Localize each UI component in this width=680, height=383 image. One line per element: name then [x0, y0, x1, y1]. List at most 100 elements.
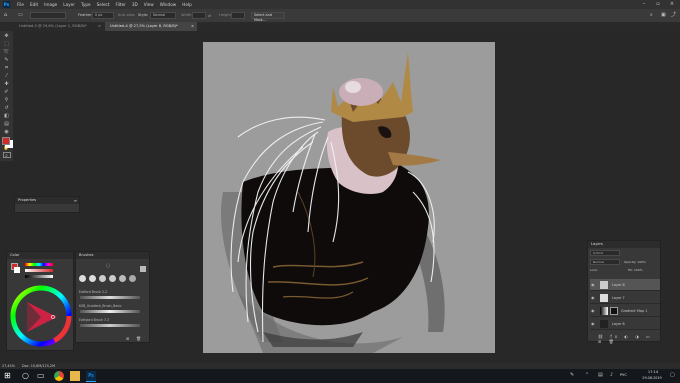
delete-brush-icon[interactable]: 🗑	[136, 336, 141, 341]
clock-time[interactable]: 17:14	[641, 370, 665, 374]
language-indicator[interactable]: РУС	[620, 373, 627, 377]
task-view-icon[interactable]: ▭	[37, 371, 47, 381]
visibility-eye-icon[interactable]: ◉	[591, 295, 595, 300]
brightness-slider[interactable]	[25, 275, 53, 278]
layer-kind-filter[interactable]: Q Kind	[590, 250, 620, 256]
network-icon[interactable]: ▤	[598, 372, 603, 378]
tab-untitled-3[interactable]: Untitled-3 @ 29,6% (Layer 1, RGB/8)* ×	[14, 22, 104, 31]
style-select[interactable]: Normal	[150, 12, 176, 19]
brush-tool-icon[interactable]: ✐	[3, 89, 10, 96]
lock-label: Lock:	[590, 268, 598, 272]
search-icon[interactable]: ○	[22, 371, 32, 381]
brush-item[interactable]: Eattybrd Brush 7-3	[79, 318, 145, 322]
tray-up-icon[interactable]: ⌃	[585, 372, 589, 378]
clock-date[interactable]: 29.08.2019	[637, 376, 667, 380]
lasso-tool-icon[interactable]: ➰	[3, 49, 10, 56]
antialias-checkbox[interactable]: Anti-alias	[118, 12, 135, 19]
bg-swatch[interactable]	[14, 267, 20, 273]
brush-stroke-preview	[80, 324, 140, 327]
document-canvas[interactable]	[203, 42, 495, 353]
properties-title: Properties	[15, 197, 79, 204]
marquee-tool-icon[interactable]: ⬚	[3, 41, 10, 48]
menu-edit[interactable]: Edit	[27, 0, 41, 9]
selection-mode-buttons[interactable]	[30, 12, 66, 19]
brush-item[interactable]: Eattbrd Brush 2-2	[79, 290, 145, 294]
fill-field[interactable]: Fill: 100%	[628, 267, 643, 273]
brush-tip-icon[interactable]	[79, 275, 86, 282]
feather-input[interactable]: 0 px	[92, 12, 114, 19]
width-input[interactable]	[192, 12, 206, 19]
marquee-tool-icon[interactable]: ▭	[18, 12, 23, 19]
height-input[interactable]	[231, 12, 245, 19]
workspace-icon[interactable]: ▣	[661, 12, 666, 19]
menu-view[interactable]: View	[141, 0, 157, 9]
healing-tool-icon[interactable]: ✚	[3, 81, 10, 88]
swap-icon[interactable]: ⇄	[208, 12, 211, 19]
chrome-icon[interactable]	[54, 371, 64, 381]
layer-row[interactable]: ◉ Layer 8	[590, 279, 660, 291]
tray-pin-icon[interactable]: ✎	[570, 372, 574, 378]
notifications-icon[interactable]: ▢	[670, 372, 675, 378]
windows-start-icon[interactable]: ⊞	[4, 371, 14, 381]
menu-help[interactable]: Help	[179, 0, 195, 9]
panel-menu-icon[interactable]: ≡	[74, 198, 77, 203]
visibility-eye-icon[interactable]: ◉	[591, 308, 595, 313]
layer-row[interactable]: ◉ Layer 7	[590, 292, 660, 304]
brush-tip-icon[interactable]	[109, 275, 116, 282]
brush-tip-icon[interactable]	[129, 275, 136, 282]
history-brush-icon[interactable]: ↺	[3, 105, 10, 112]
crop-tool-icon[interactable]: ⌗	[3, 65, 10, 72]
brush-tip-icon[interactable]	[99, 275, 106, 282]
menu-filter[interactable]: Filter	[112, 0, 128, 9]
opacity-field[interactable]: Opacity: 100%	[624, 259, 646, 265]
blend-mode-select[interactable]: Normal	[590, 259, 620, 265]
quick-select-tool-icon[interactable]: ✎	[3, 57, 10, 64]
brush-tip-icon[interactable]	[89, 275, 96, 282]
adjustment-thumbnail	[600, 307, 608, 315]
tab-close-icon[interactable]: ×	[98, 22, 101, 31]
search-icon[interactable]: ⌕	[650, 12, 653, 19]
brush-tips-row	[79, 275, 145, 285]
select-and-mask-button[interactable]: Select and Mask...	[251, 12, 285, 22]
tab-close-icon[interactable]: ×	[191, 22, 194, 31]
close-icon[interactable]: ×	[666, 0, 678, 9]
menu-file[interactable]: File	[14, 0, 27, 9]
move-tool-icon[interactable]: ✥	[3, 33, 10, 40]
quick-mask-icon[interactable]	[3, 152, 11, 158]
volume-icon[interactable]: ♪	[610, 372, 613, 378]
layer-row[interactable]: ◉ Layer 6	[590, 318, 660, 330]
file-explorer-icon[interactable]	[70, 371, 80, 381]
brush-settings-icon[interactable]	[140, 266, 146, 272]
visibility-eye-icon[interactable]: ◉	[591, 321, 595, 326]
minimize-icon[interactable]: –	[638, 0, 650, 9]
photoshop-taskbar-icon[interactable]: Ps	[86, 371, 96, 382]
menu-type[interactable]: Type	[78, 0, 94, 9]
eyedropper-tool-icon[interactable]: ⁄	[3, 73, 10, 80]
menu-3d[interactable]: 3D	[129, 0, 141, 9]
hue-slider[interactable]	[25, 263, 53, 266]
blur-tool-icon[interactable]: ◉	[3, 129, 10, 136]
options-bar: ⌂ ▭ Feather: 0 px Anti-alias Style: Norm…	[0, 9, 680, 23]
menu-layer[interactable]: Layer	[60, 0, 78, 9]
menu-image[interactable]: Image	[41, 0, 60, 9]
home-icon[interactable]: ⌂	[4, 12, 7, 19]
menu-window[interactable]: Window	[157, 0, 180, 9]
windows-taskbar: ⊞ ○ ▭ Ps ✎ ⌃ ▤ ♪ РУС 17:14 29.08.2019 ▢	[0, 369, 680, 383]
new-brush-icon[interactable]: ⊞	[126, 336, 129, 341]
layer-actions-bar[interactable]: ⛓ fx ◐ ◑ ▭ ⊞ 🗑	[598, 334, 660, 344]
maximize-icon[interactable]: ▫	[652, 0, 664, 9]
tab-untitled-4[interactable]: Untitled-4 @ 27,5% (Layer 8, RGB/8)* ×	[105, 22, 197, 31]
eraser-tool-icon[interactable]: ◧	[3, 113, 10, 120]
share-icon[interactable]: ⤴	[671, 12, 676, 19]
foreground-color-swatch[interactable]	[2, 137, 10, 145]
brush-tip-icon[interactable]	[119, 275, 126, 282]
brushes-panel-title: Brushes	[76, 252, 149, 259]
visibility-eye-icon[interactable]: ◉	[591, 282, 595, 287]
menu-select[interactable]: Select	[94, 0, 113, 9]
stamp-tool-icon[interactable]: ⚲	[3, 97, 10, 104]
brush-item[interactable]: KSB_Gradient_Brush_Basic	[79, 304, 145, 308]
color-wheel[interactable]	[10, 285, 72, 347]
gradient-tool-icon[interactable]: ▤	[3, 121, 10, 128]
layer-row[interactable]: ◉ Gradient Map 1	[590, 305, 660, 317]
saturation-slider[interactable]	[25, 269, 53, 272]
